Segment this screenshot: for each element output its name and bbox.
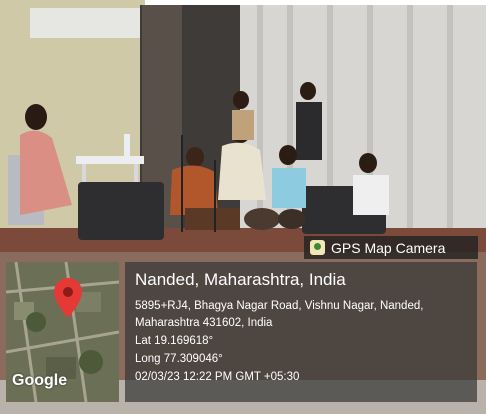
longitude: Long 77.309046° — [135, 353, 223, 365]
badge-label: GPS Map Camera — [331, 239, 446, 256]
tabla-drum — [244, 208, 280, 230]
person-head — [359, 153, 377, 173]
location-pin-icon — [54, 278, 82, 318]
address-line-1: 5895+RJ4, Bhagya Nagar Road, Vishnu Naga… — [135, 300, 424, 312]
harmonium — [185, 208, 240, 230]
location-panel: Nanded, Maharashtra, India 5895+RJ4, Bha… — [125, 262, 477, 402]
person-body — [272, 168, 306, 208]
city-name: Nanded, Maharashtra, India — [135, 270, 346, 289]
gps-map-camera-icon — [310, 240, 325, 255]
latitude: Lat 19.169618° — [135, 335, 214, 347]
person-head — [300, 82, 316, 100]
upper-left-window — [30, 8, 140, 38]
person-body — [353, 175, 389, 215]
water-bottle — [124, 134, 130, 156]
table-top — [76, 156, 144, 164]
person-head — [186, 147, 204, 167]
google-logo: Google — [12, 372, 68, 389]
address-line-2: Maharashtra 431602, India — [135, 317, 273, 329]
person-body — [296, 102, 322, 160]
gps-camera-badge: GPS Map Camera — [304, 236, 478, 259]
speaker-left — [78, 182, 164, 240]
person-body — [218, 142, 266, 200]
photo-frame: Google GPS Map Camera Nanded, Maharashtr… — [0, 0, 486, 414]
person-body — [170, 165, 218, 215]
person-head — [25, 104, 47, 130]
person-head — [233, 91, 249, 109]
tabla-drum — [278, 209, 306, 229]
person-body — [232, 110, 254, 140]
person-head — [279, 145, 297, 165]
timestamp: 02/03/23 12:22 PM GMT +05:30 — [135, 371, 300, 383]
